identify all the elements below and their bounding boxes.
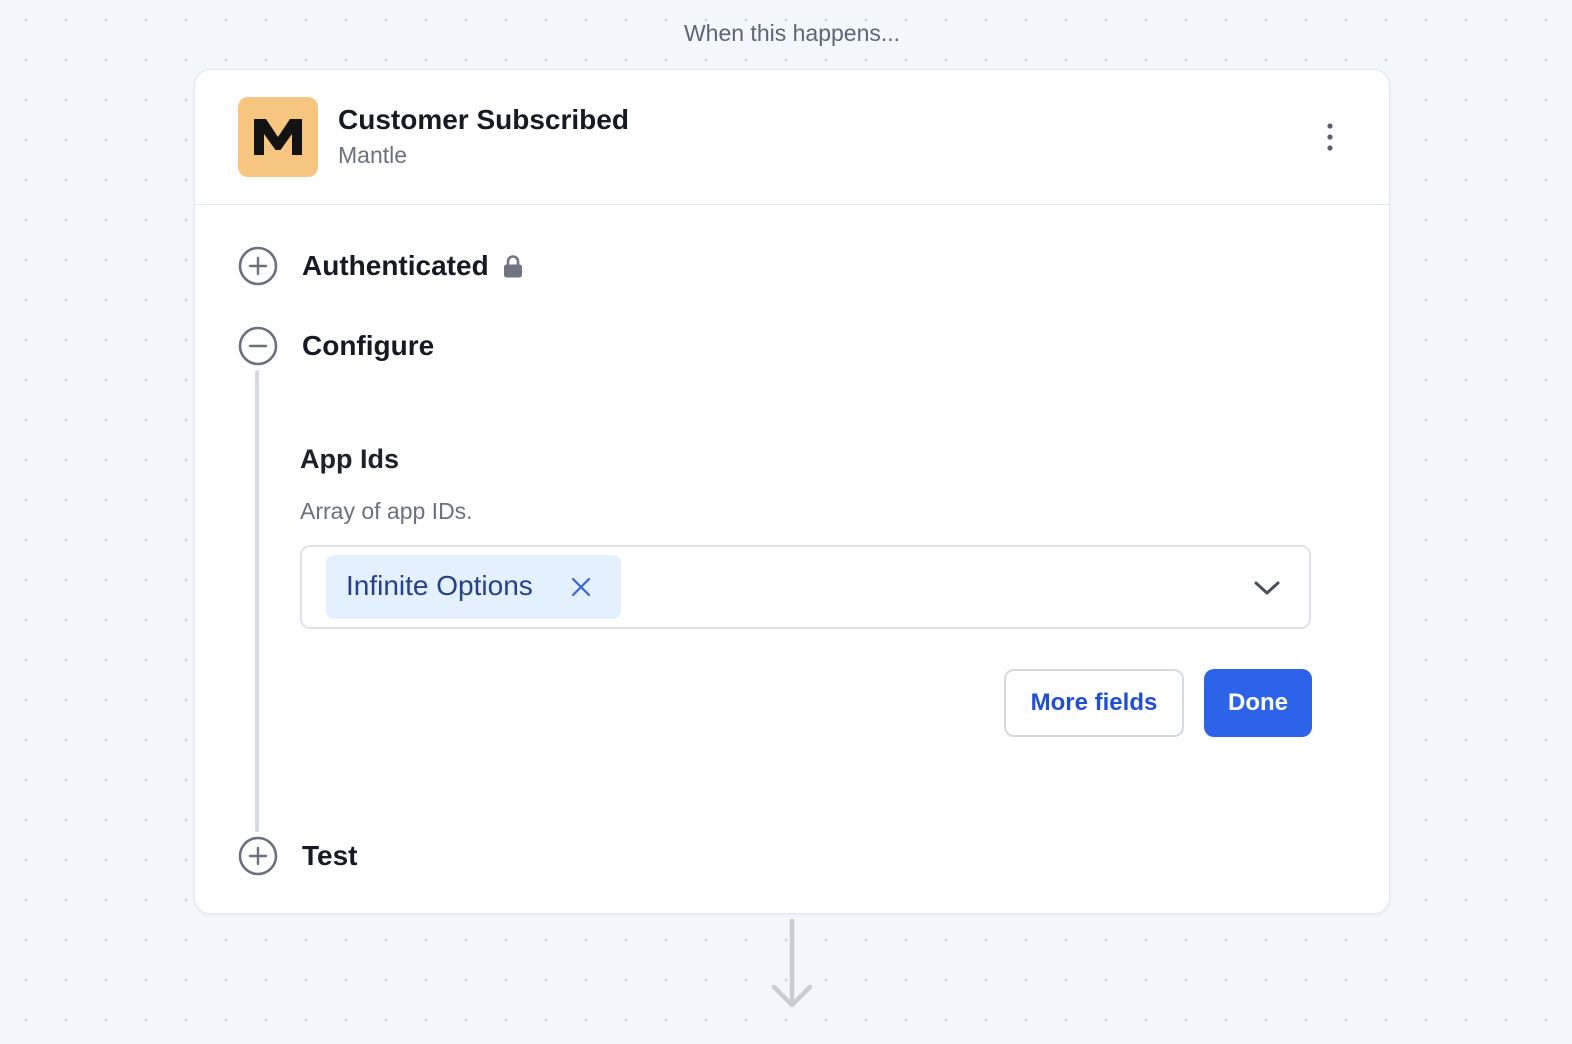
trigger-heading: When this happens...: [683, 20, 901, 46]
plus-circle-icon[interactable]: [238, 246, 278, 286]
close-icon: [571, 577, 591, 597]
selected-chip: Infinite Options: [326, 555, 621, 619]
more-fields-button[interactable]: More fields: [1004, 669, 1184, 737]
step-timeline-line: [255, 370, 259, 832]
chevron-down-icon: [1254, 581, 1280, 595]
dropdown-toggle[interactable]: [1250, 571, 1284, 605]
app-ids-select[interactable]: Infinite Options: [300, 545, 1311, 629]
app-ids-description: Array of app IDs.: [300, 498, 473, 524]
more-options-button[interactable]: [1315, 117, 1345, 157]
done-button[interactable]: Done: [1204, 669, 1312, 737]
kebab-icon: [1327, 123, 1333, 151]
app-logo: [238, 97, 318, 177]
trigger-card: Customer Subscribed Mantle Authenticated…: [194, 69, 1390, 914]
remove-chip-button[interactable]: [565, 571, 597, 603]
trigger-app-name: Mantle: [338, 142, 408, 168]
mantle-logo-icon: [254, 119, 302, 155]
chip-label: Infinite Options: [346, 570, 533, 601]
trigger-card-header: Customer Subscribed Mantle: [195, 70, 1389, 205]
step-configure[interactable]: Configure: [302, 330, 434, 362]
plus-circle-icon[interactable]: [238, 836, 278, 876]
step-authenticated[interactable]: Authenticated: [302, 250, 489, 282]
lock-icon: [504, 255, 522, 278]
trigger-title: Customer Subscribed: [338, 104, 629, 135]
minus-circle-icon[interactable]: [238, 326, 278, 366]
step-test[interactable]: Test: [302, 840, 358, 872]
arrow-down-icon: [771, 918, 813, 1008]
app-ids-label: App Ids: [300, 444, 399, 474]
